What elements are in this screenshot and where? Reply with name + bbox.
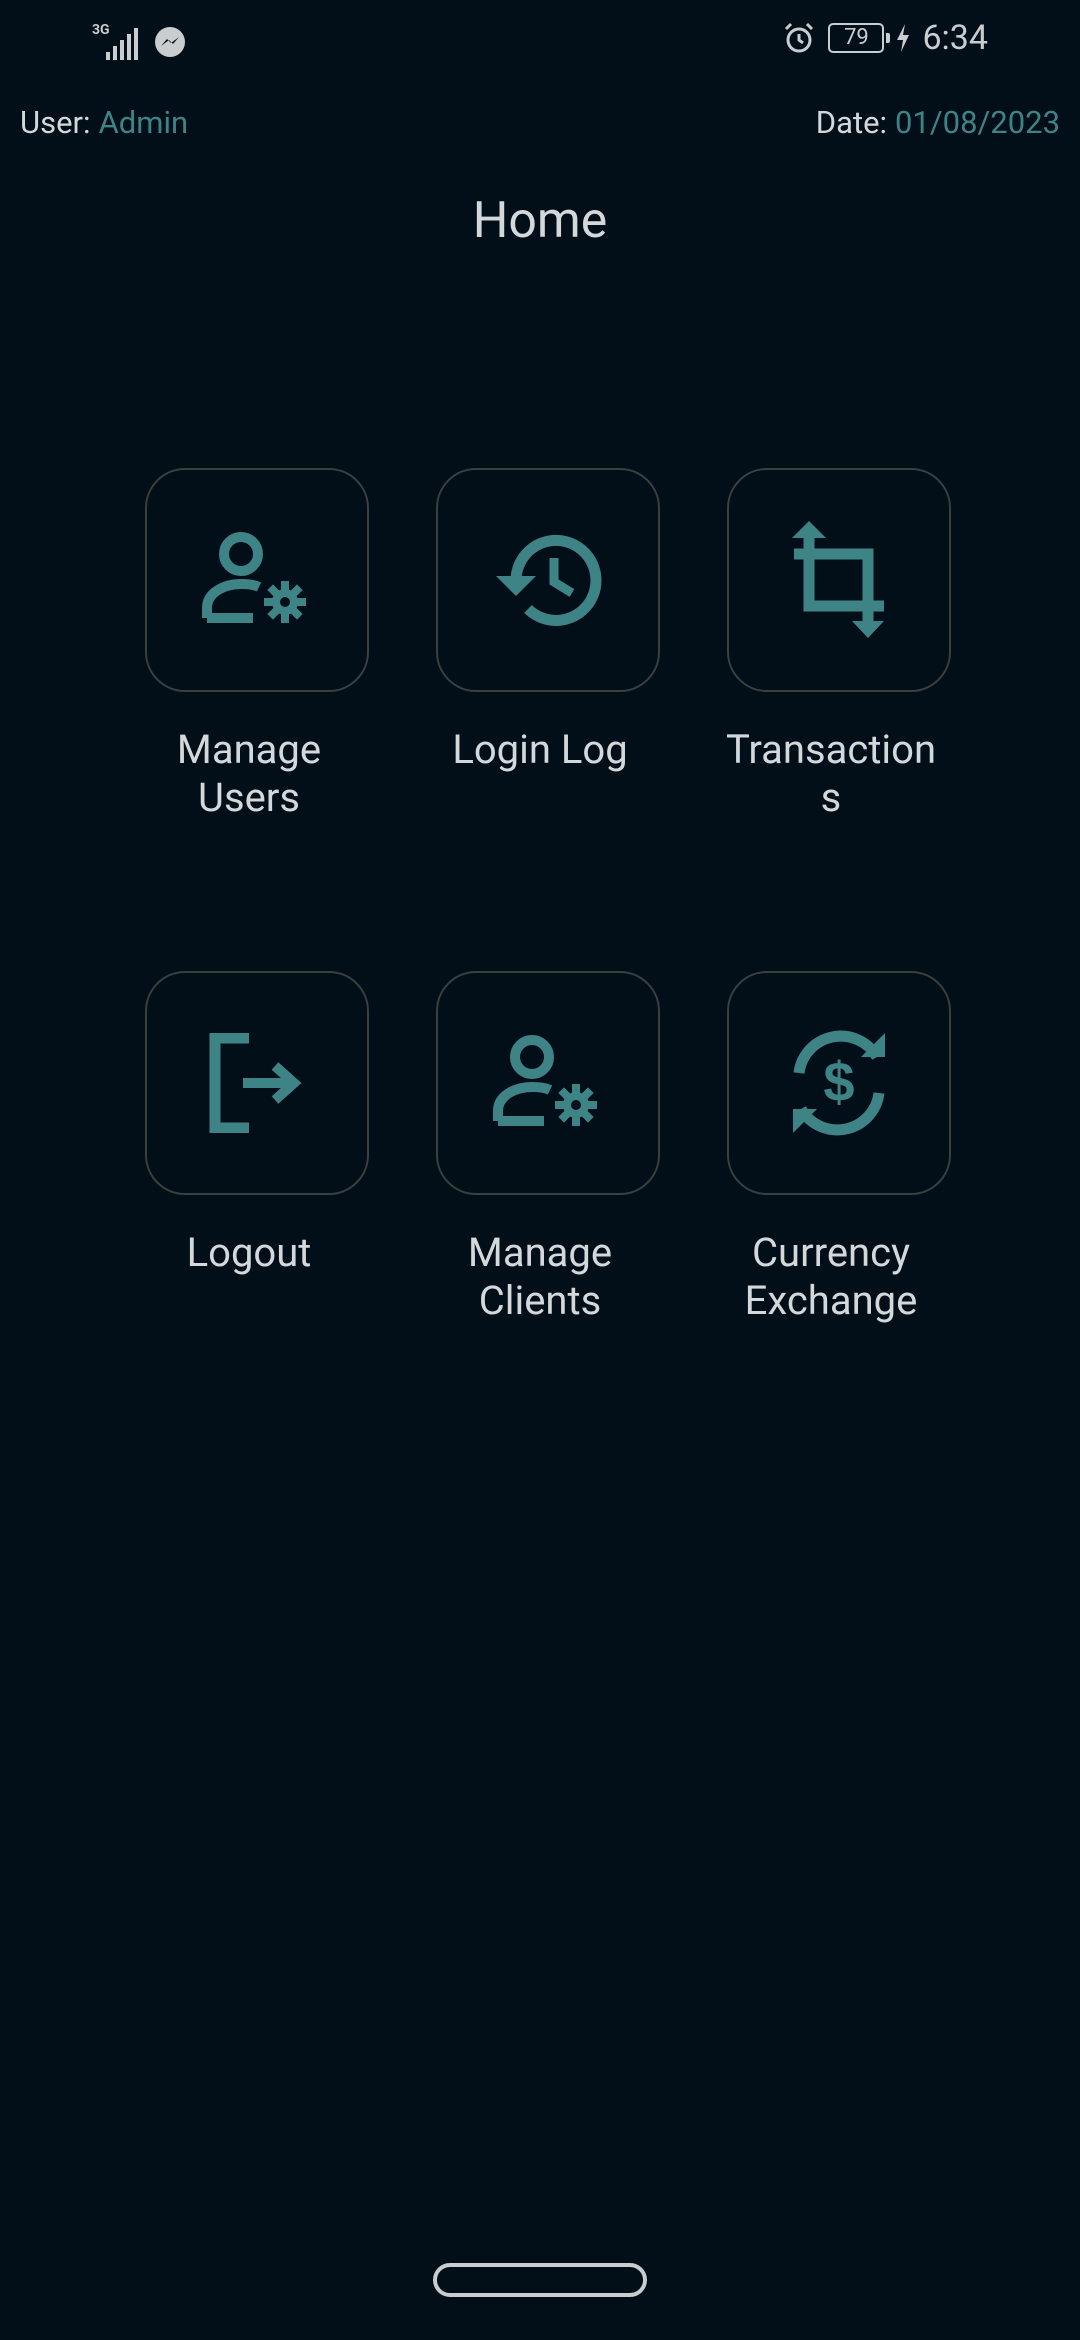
charging-icon [896, 24, 910, 52]
manage-clients-label: Manage Clients [467, 1229, 613, 1324]
network-type: 3G [92, 22, 110, 38]
manage-clients-button[interactable] [436, 971, 660, 1195]
status-right: 79 6:34 [782, 18, 988, 58]
transactions-label: Transaction s [725, 726, 937, 821]
date-label: Date: [815, 104, 888, 141]
status-bar: 3G 79 6:34 [0, 0, 1080, 84]
page-title: Home [472, 192, 608, 250]
currency-exchange-label: Currency Exchange [744, 1229, 918, 1324]
currency-exchange-button[interactable]: $ [727, 971, 951, 1195]
manage-accounts-icon [201, 530, 313, 630]
currency-exchange-icon: $ [777, 1023, 901, 1143]
logout-icon [207, 1033, 307, 1133]
history-icon [490, 530, 606, 630]
user-info: User: Admin [20, 104, 188, 141]
user-value: Admin [98, 104, 189, 141]
alarm-icon [782, 21, 816, 55]
session-info: User: Admin Date: 01/08/2023 [20, 104, 1060, 152]
crop-icon [784, 521, 894, 639]
home-indicator[interactable] [433, 2263, 647, 2297]
logout-button[interactable] [145, 971, 369, 1195]
manage-accounts-icon [492, 1033, 604, 1133]
manage-users-button[interactable] [145, 468, 369, 692]
svg-text:$: $ [823, 1050, 854, 1113]
user-label: User: [20, 104, 91, 141]
messenger-icon [154, 26, 186, 58]
logout-label: Logout [186, 1229, 312, 1276]
transactions-button[interactable] [727, 468, 951, 692]
login-log-label: Login Log [452, 726, 628, 773]
date-info: Date: 01/08/2023 [816, 104, 1060, 141]
battery-icon: 79 [828, 23, 891, 53]
status-left: 3G [92, 22, 186, 62]
status-time: 6:34 [922, 18, 988, 58]
signal-icon: 3G [92, 22, 144, 62]
login-log-button[interactable] [436, 468, 660, 692]
date-value: 01/08/2023 [895, 104, 1060, 141]
manage-users-label: Manage Users [176, 726, 322, 821]
